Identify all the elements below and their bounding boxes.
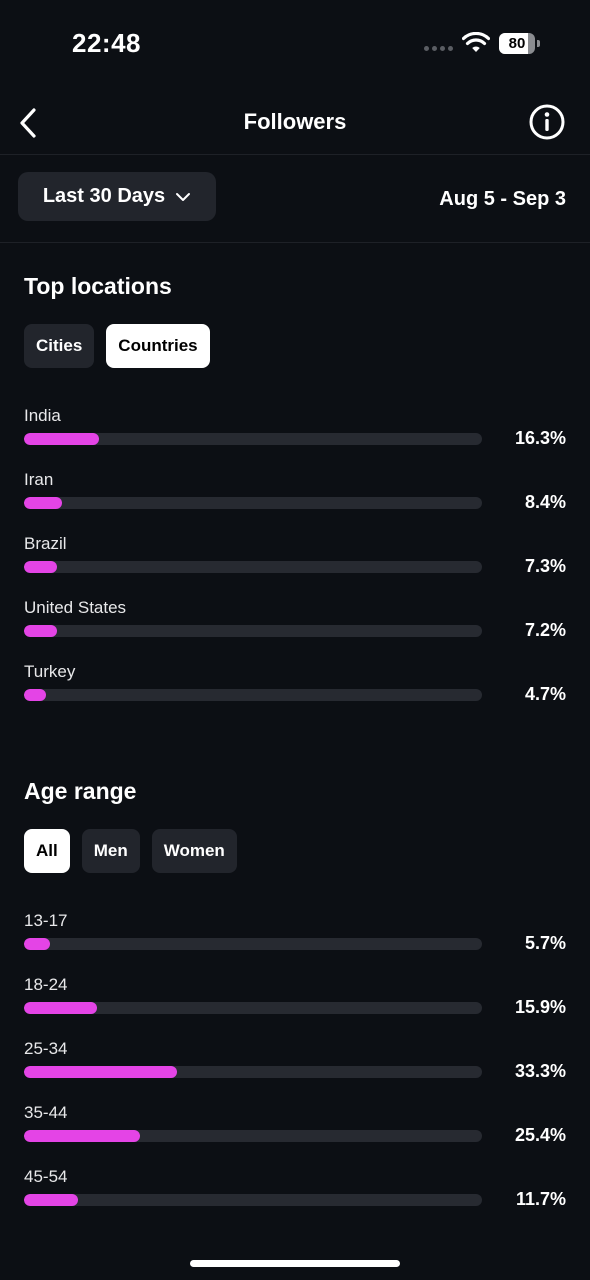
page-title: Followers bbox=[243, 109, 347, 134]
location-bar-track bbox=[24, 497, 482, 509]
age-bar-fill bbox=[24, 1066, 177, 1078]
age-bar-track bbox=[24, 1066, 482, 1078]
location-label: Turkey bbox=[24, 662, 76, 681]
age-label: 18-24 bbox=[24, 975, 68, 994]
location-tabs: Cities Countries bbox=[24, 324, 210, 368]
age-percentage: 33.3% bbox=[514, 1061, 566, 1081]
location-label: Iran bbox=[24, 470, 54, 489]
age-row: 18-24 15.9% bbox=[0, 975, 590, 1039]
age-percentage: 25.4% bbox=[514, 1125, 566, 1145]
age-percentage: 5.7% bbox=[524, 933, 566, 953]
age-label: 25-34 bbox=[24, 1039, 68, 1058]
age-bar-track bbox=[24, 1130, 482, 1142]
battery-icon: 80 bbox=[499, 33, 541, 54]
location-label: India bbox=[24, 406, 61, 425]
battery-level: 80 bbox=[508, 35, 526, 52]
top-locations-list: India 16.3% Iran 8.4% Brazil 7.3% United State… bbox=[0, 406, 590, 726]
location-label: United States bbox=[24, 598, 127, 617]
location-percentage: 7.3% bbox=[524, 556, 566, 576]
age-bar-fill bbox=[24, 1130, 141, 1142]
location-bar-track bbox=[24, 689, 482, 701]
tab-women[interactable]: Women bbox=[151, 829, 237, 873]
age-bar-fill bbox=[24, 1194, 78, 1206]
age-label: 13-17 bbox=[24, 911, 68, 930]
age-bar-fill bbox=[24, 1002, 97, 1014]
location-percentage: 16.3% bbox=[514, 428, 566, 448]
wifi-icon bbox=[462, 32, 490, 52]
status-bar: 22:48 80 bbox=[0, 0, 590, 88]
home-indicator[interactable] bbox=[190, 1260, 400, 1267]
location-percentage: 8.4% bbox=[524, 492, 566, 512]
tab-countries[interactable]: Countries bbox=[106, 324, 210, 368]
location-row: Iran 8.4% bbox=[0, 470, 590, 534]
filter-bar: Last 30 Days Aug 5 - Sep 3 bbox=[0, 156, 590, 243]
location-label: Brazil bbox=[24, 534, 67, 553]
location-bar-track bbox=[24, 625, 482, 637]
age-label: 35-44 bbox=[24, 1103, 68, 1122]
location-row: Brazil 7.3% bbox=[0, 534, 590, 598]
age-bar-track bbox=[24, 1194, 482, 1206]
location-bar-fill bbox=[24, 561, 58, 573]
location-bar-fill bbox=[24, 689, 46, 701]
cellular-signal-icon bbox=[424, 46, 453, 51]
period-label: Last 30 Days bbox=[42, 185, 166, 207]
location-percentage: 7.2% bbox=[524, 620, 566, 640]
location-bar-fill bbox=[24, 497, 63, 509]
date-range: Aug 5 - Sep 3 bbox=[439, 188, 566, 210]
age-percentage: 15.9% bbox=[514, 997, 566, 1017]
location-bar-track bbox=[24, 561, 482, 573]
top-locations-title: Top locations bbox=[24, 273, 172, 299]
location-bar-track bbox=[24, 433, 482, 445]
age-bar-track bbox=[24, 938, 482, 950]
location-row: United States 7.2% bbox=[0, 598, 590, 662]
age-row: 35-44 25.4% bbox=[0, 1103, 590, 1167]
age-percentage: 11.7% bbox=[515, 1189, 566, 1209]
info-icon[interactable] bbox=[528, 103, 566, 141]
age-label: 45-54 bbox=[24, 1167, 68, 1186]
tab-cities[interactable]: Cities bbox=[24, 324, 95, 368]
location-row: India 16.3% bbox=[0, 406, 590, 470]
age-range-title: Age range bbox=[24, 778, 137, 804]
tab-all[interactable]: All bbox=[24, 829, 70, 873]
age-row: 45-54 11.7% bbox=[0, 1167, 590, 1231]
age-tabs: All Men Women bbox=[24, 829, 237, 873]
nav-header: Followers bbox=[0, 92, 590, 155]
age-bar-track bbox=[24, 1002, 482, 1014]
location-bar-fill bbox=[24, 625, 57, 637]
age-row: 25-34 33.3% bbox=[0, 1039, 590, 1103]
location-percentage: 4.7% bbox=[524, 684, 566, 704]
tab-men[interactable]: Men bbox=[81, 829, 140, 873]
age-bar-fill bbox=[24, 938, 51, 950]
age-range-list: 13-17 5.7% 18-24 15.9% 25-34 33.3% 35-44 25.4% 4… bbox=[0, 911, 590, 1231]
period-dropdown[interactable]: Last 30 Days bbox=[18, 172, 216, 221]
location-bar-fill bbox=[24, 433, 99, 445]
age-row: 13-17 5.7% bbox=[0, 911, 590, 975]
chevron-down-icon bbox=[176, 192, 191, 201]
location-row: Turkey 4.7% bbox=[0, 662, 590, 726]
status-time: 22:48 bbox=[72, 28, 141, 58]
